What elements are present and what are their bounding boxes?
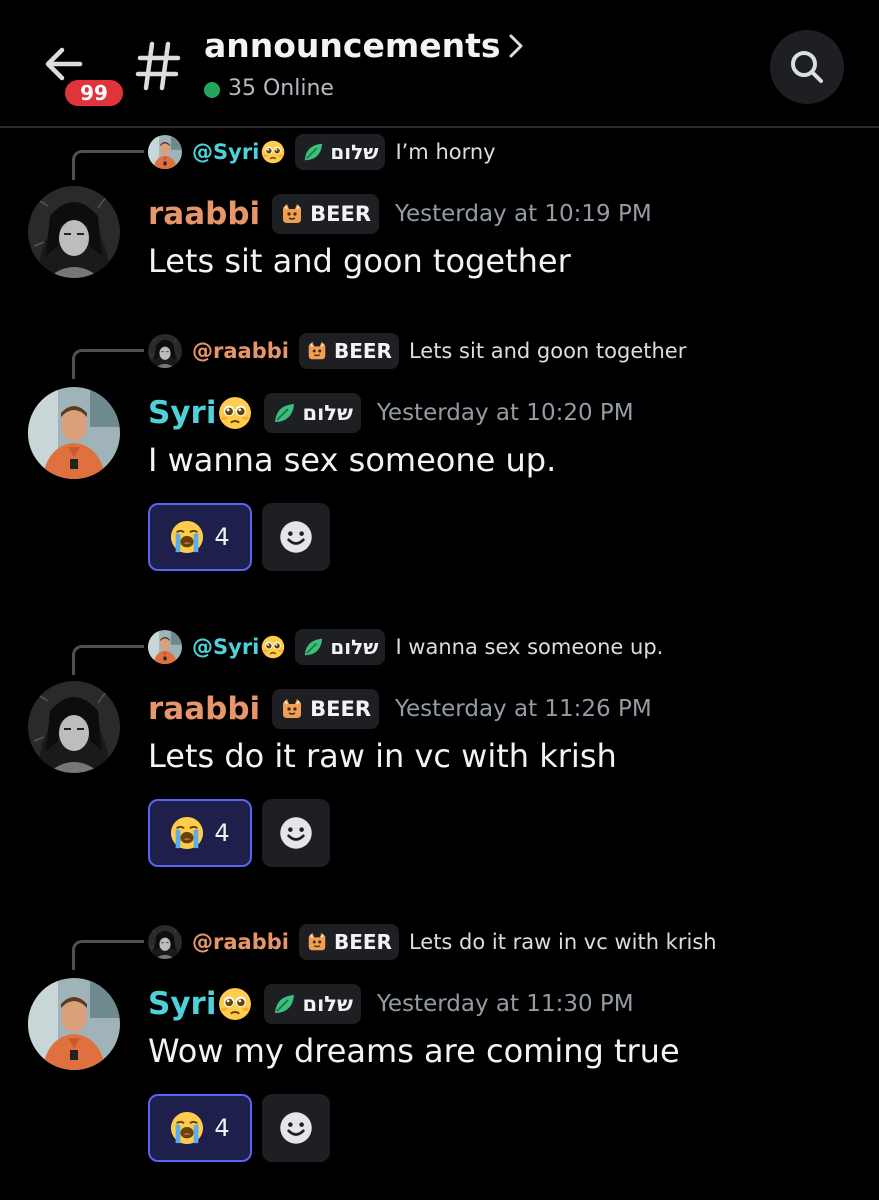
role-tag-label: BEER — [310, 697, 372, 721]
loudly-crying-face-emoji — [170, 520, 204, 554]
timestamp: Yesterday at 10:20 PM — [376, 400, 634, 426]
reply-connector — [72, 349, 144, 379]
reaction-count: 4 — [214, 1114, 230, 1142]
author-name[interactable]: Syri — [148, 395, 216, 431]
message-header: Syri שלום Yesterday at 10:20 PM — [148, 389, 634, 437]
reply-author: @Syri — [192, 140, 260, 164]
leaf-icon — [302, 141, 324, 163]
role-tag: שלום — [295, 629, 386, 665]
reply-text: Lets sit and goon together — [408, 339, 687, 363]
reaction-count: 4 — [214, 523, 230, 551]
message-header: Syri שלום Yesterday at 11:30 PM — [148, 980, 634, 1028]
avatar — [148, 334, 182, 368]
online-status-dot — [204, 82, 220, 98]
reply-preview[interactable]: @raabbi BEER Lets sit and goon together — [148, 331, 686, 371]
reaction-bar: 4 — [148, 1094, 330, 1162]
leaf-icon — [272, 401, 296, 425]
pleading-face-emoji — [218, 987, 252, 1021]
role-tag-label: שלום — [302, 992, 353, 1016]
message-content: Lets do it raw in vc with krish — [148, 737, 617, 775]
reply-text: Lets do it raw in vc with krish — [408, 930, 717, 954]
author-name[interactable]: raabbi — [148, 196, 260, 232]
reply-connector — [72, 940, 144, 970]
author-name[interactable]: Syri — [148, 986, 216, 1022]
role-tag-label: שלום — [330, 635, 379, 659]
avatar — [148, 630, 182, 664]
chevron-right-icon[interactable] — [505, 30, 527, 62]
leaf-icon — [272, 992, 296, 1016]
pleading-face-emoji — [218, 396, 252, 430]
cat-icon — [280, 697, 304, 721]
reply-connector — [72, 150, 144, 180]
reaction-count: 4 — [214, 819, 230, 847]
role-tag: BEER — [298, 333, 399, 369]
avatar — [148, 925, 182, 959]
role-tag: BEER — [272, 689, 380, 729]
reaction-button[interactable]: 4 — [148, 503, 252, 571]
avatar[interactable] — [28, 681, 120, 773]
message-header: raabbi BEER Yesterday at 10:19 PM — [148, 190, 652, 238]
timestamp: Yesterday at 11:30 PM — [376, 991, 634, 1017]
search-icon — [791, 51, 823, 83]
avatar — [148, 135, 182, 169]
reply-text: I’m horny — [395, 140, 496, 164]
reaction-bar: 4 — [148, 799, 330, 867]
cat-icon — [306, 340, 328, 362]
pleading-face-emoji — [261, 140, 285, 164]
reply-preview[interactable]: @Syri שלום I’m horny — [148, 132, 496, 172]
loudly-crying-face-emoji — [170, 1111, 204, 1145]
role-tag-label: שלום — [302, 401, 353, 425]
add-reaction-button[interactable] — [262, 799, 330, 867]
channel-name[interactable]: announcements — [204, 26, 501, 65]
reply-connector — [72, 645, 144, 675]
role-tag: שלום — [264, 393, 361, 433]
reaction-bar: 4 — [148, 503, 330, 571]
role-tag: BEER — [298, 924, 399, 960]
add-reaction-button[interactable] — [262, 503, 330, 571]
reaction-button[interactable]: 4 — [148, 799, 252, 867]
reply-author: @raabbi — [192, 930, 289, 954]
smiley-icon — [278, 1110, 314, 1146]
message-content: I wanna sex someone up. — [148, 441, 557, 479]
avatar[interactable] — [28, 978, 120, 1070]
smiley-icon — [278, 519, 314, 555]
timestamp: Yesterday at 10:19 PM — [395, 201, 652, 227]
loudly-crying-face-emoji — [170, 816, 204, 850]
channel-header: 99 announcements 35 Online — [0, 0, 879, 128]
role-tag-label: BEER — [333, 339, 392, 363]
cat-icon — [280, 202, 304, 226]
avatar[interactable] — [28, 186, 120, 278]
reply-author: @raabbi — [192, 339, 289, 363]
cat-icon — [306, 931, 328, 953]
pleading-face-emoji — [261, 635, 285, 659]
reply-author: @Syri — [192, 635, 260, 659]
message-content: Wow my dreams are coming true — [148, 1032, 680, 1070]
reply-preview[interactable]: @Syri שלום I wanna sex someone up. — [148, 627, 663, 667]
reply-preview[interactable]: @raabbi BEER Lets do it raw in vc with k… — [148, 922, 717, 962]
role-tag: שלום — [295, 134, 386, 170]
hash-icon — [134, 36, 182, 96]
role-tag-label: BEER — [310, 202, 372, 226]
reply-text: I wanna sex someone up. — [395, 635, 664, 659]
author-name[interactable]: raabbi — [148, 691, 260, 727]
add-reaction-button[interactable] — [262, 1094, 330, 1162]
message-header: raabbi BEER Yesterday at 11:26 PM — [148, 685, 652, 733]
role-tag: BEER — [272, 194, 380, 234]
role-tag: שלום — [264, 984, 361, 1024]
role-tag-label: שלום — [330, 140, 379, 164]
avatar[interactable] — [28, 387, 120, 479]
smiley-icon — [278, 815, 314, 851]
online-count: 35 Online — [228, 76, 334, 101]
message-content: Lets sit and goon together — [148, 242, 571, 280]
role-tag-label: BEER — [333, 930, 392, 954]
reaction-button[interactable]: 4 — [148, 1094, 252, 1162]
leaf-icon — [302, 636, 324, 658]
unread-badge: 99 — [61, 76, 127, 110]
timestamp: Yesterday at 11:26 PM — [395, 696, 652, 722]
search-button[interactable] — [770, 30, 844, 104]
